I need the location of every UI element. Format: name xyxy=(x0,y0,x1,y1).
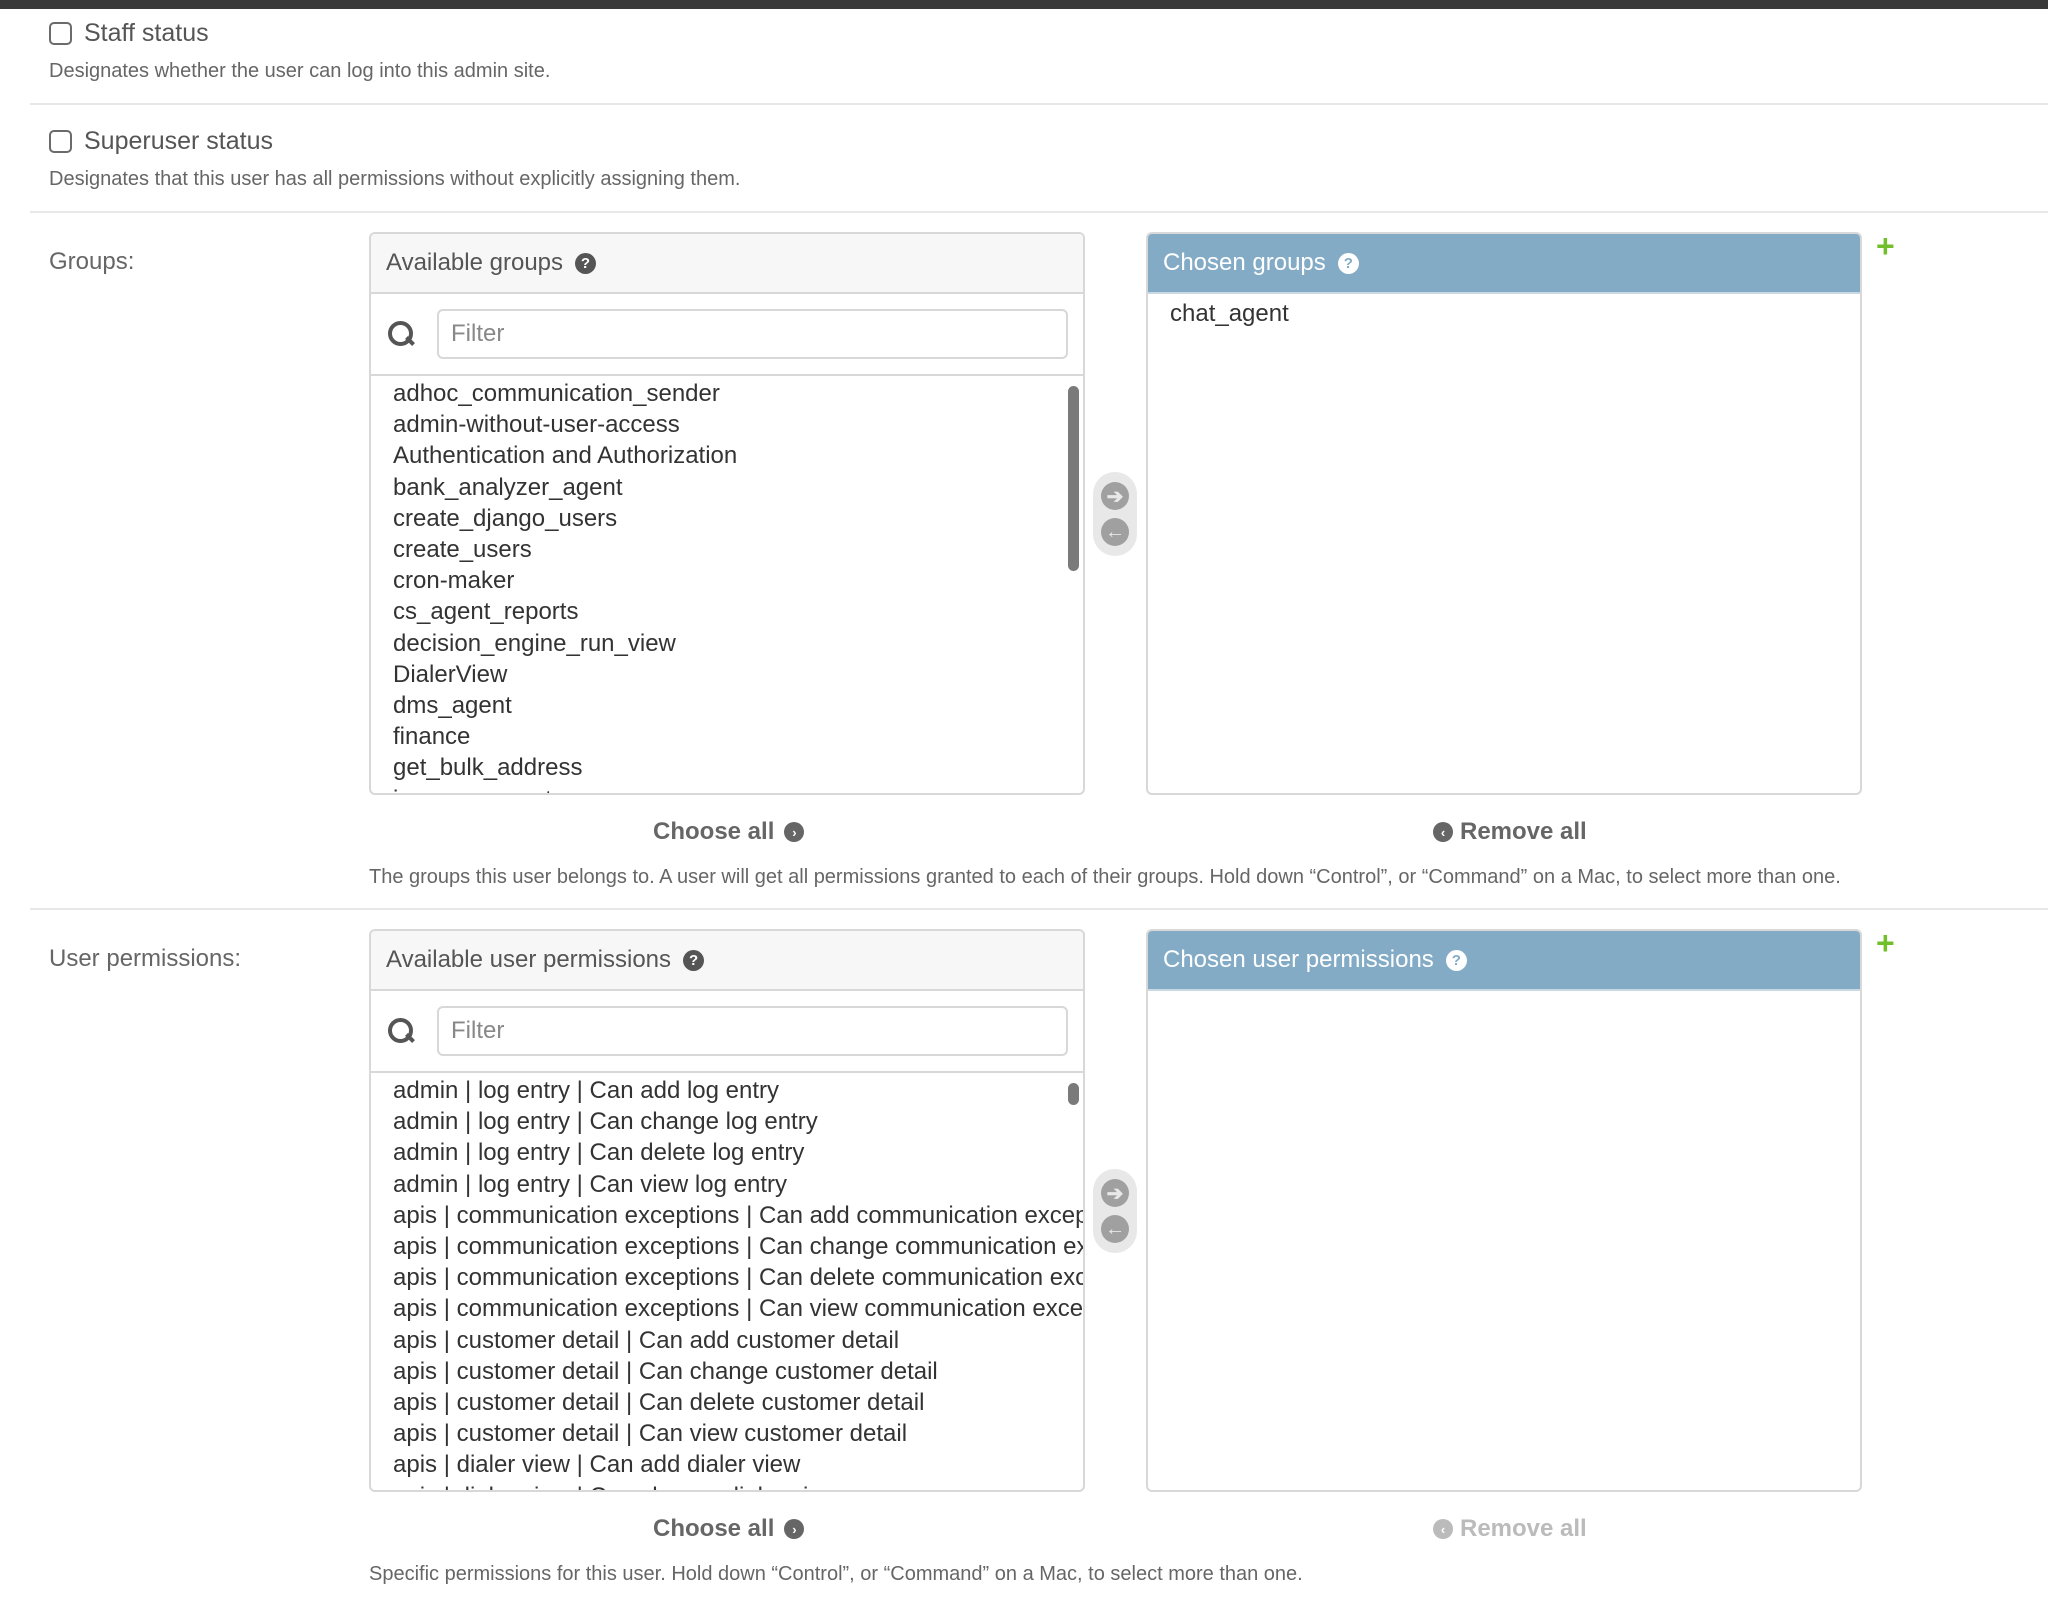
remove-all-label: Remove all xyxy=(1460,818,1587,845)
list-option[interactable]: admin | log entry | Can change log entry xyxy=(393,1106,1083,1137)
choose-arrow-right-icon[interactable]: ➔ xyxy=(1101,1179,1129,1207)
divider xyxy=(30,908,2048,910)
choose-all-label: Choose all xyxy=(653,1515,775,1542)
list-option[interactable]: apis | communication exceptions | Can ad… xyxy=(393,1200,1083,1231)
scrollbar[interactable] xyxy=(1068,386,1079,571)
chevron-left-icon: ‹ xyxy=(1433,1519,1453,1539)
available-permissions-box: Available user permissions ? admin | log… xyxy=(369,929,1085,1492)
top-bar xyxy=(0,0,2048,9)
list-option[interactable]: bank_analyzer_agent xyxy=(393,472,1083,503)
list-option[interactable]: get_bulk_address xyxy=(393,752,1083,783)
superuser-status-checkbox[interactable] xyxy=(49,130,72,153)
list-option[interactable]: admin | log entry | Can add log entry xyxy=(393,1075,1083,1106)
list-option[interactable]: apis | dialer view | Can add dialer view xyxy=(393,1449,1083,1480)
chosen-permissions-list[interactable] xyxy=(1148,991,1860,1490)
groups-help-text: The groups this user belongs to. A user … xyxy=(369,866,1841,888)
search-icon xyxy=(385,318,417,350)
list-option[interactable]: apis | customer detail | Can add custome… xyxy=(393,1325,1083,1356)
remove-arrow-left-icon[interactable]: ← xyxy=(1101,518,1129,546)
superuser-status-help: Designates that this user has all permis… xyxy=(49,168,741,190)
groups-remove-all-button[interactable]: ‹ Remove all xyxy=(1433,818,1587,846)
list-option[interactable]: admin-without-user-access xyxy=(393,409,1083,440)
chevron-right-icon: › xyxy=(784,1519,805,1539)
list-option[interactable]: finance xyxy=(393,721,1083,752)
available-permissions-title-text: Available user permissions xyxy=(386,946,672,973)
choose-arrow-right-icon[interactable]: ➔ xyxy=(1101,482,1129,510)
available-permissions-list[interactable]: admin | log entry | Can add log entry adm… xyxy=(371,1073,1083,1490)
help-icon[interactable]: ? xyxy=(1445,949,1467,971)
chosen-groups-title-text: Chosen groups xyxy=(1163,249,1326,276)
available-groups-title: Available groups ? xyxy=(371,234,1083,294)
chosen-permissions-box: Chosen user permissions ? xyxy=(1146,929,1862,1492)
staff-status-help: Designates whether the user can log into… xyxy=(49,60,551,82)
list-option[interactable]: apis | dialer view | Can change dialer v… xyxy=(393,1481,1083,1490)
chosen-permissions-title-text: Chosen user permissions xyxy=(1163,946,1434,973)
list-option[interactable]: DialerView xyxy=(393,659,1083,690)
list-option[interactable]: create_users xyxy=(393,534,1083,565)
list-option[interactable]: apis | communication exceptions | Can ch… xyxy=(393,1231,1083,1262)
help-icon[interactable]: ? xyxy=(1337,252,1359,274)
search-icon xyxy=(385,1015,417,1047)
chosen-permissions-title: Chosen user permissions ? xyxy=(1148,931,1860,991)
help-icon[interactable]: ? xyxy=(575,252,597,274)
list-option[interactable]: insurance_partners xyxy=(393,784,1083,793)
list-option[interactable]: cron-maker xyxy=(393,565,1083,596)
groups-filter-input[interactable] xyxy=(437,309,1068,359)
list-option[interactable]: apis | customer detail | Can delete cust… xyxy=(393,1387,1083,1418)
list-option[interactable]: chat_agent xyxy=(1170,298,1860,329)
chosen-groups-title: Chosen groups ? xyxy=(1148,234,1860,294)
permissions-help-text: Specific permissions for this user. Hold… xyxy=(369,1563,1303,1585)
user-permissions-label: User permissions: xyxy=(49,945,242,972)
available-groups-list[interactable]: adhoc_communication_sender admin-without-… xyxy=(371,376,1083,793)
groups-choose-all-button[interactable]: Choose all › xyxy=(653,818,805,846)
permissions-filter-row xyxy=(371,991,1083,1073)
list-option[interactable]: admin | log entry | Can view log entry xyxy=(393,1169,1083,1200)
staff-status-checkbox[interactable] xyxy=(49,22,72,45)
staff-status-row: Staff status xyxy=(49,19,209,48)
help-icon[interactable]: ? xyxy=(683,949,705,971)
add-permission-icon[interactable]: + xyxy=(1876,925,1895,962)
superuser-status-label: Superuser status xyxy=(84,127,273,155)
groups-filter-row xyxy=(371,294,1083,376)
staff-status-label: Staff status xyxy=(84,19,209,47)
available-permissions-title: Available user permissions ? xyxy=(371,931,1083,991)
remove-arrow-left-icon[interactable]: ← xyxy=(1101,1215,1129,1243)
list-option[interactable]: admin | log entry | Can delete log entry xyxy=(393,1137,1083,1168)
list-option[interactable]: apis | communication exceptions | Can vi… xyxy=(393,1293,1083,1324)
chosen-groups-list[interactable]: chat_agent xyxy=(1148,294,1860,793)
list-option[interactable]: create_django_users xyxy=(393,503,1083,534)
groups-label: Groups: xyxy=(49,248,135,275)
list-option[interactable]: apis | customer detail | Can view custom… xyxy=(393,1418,1083,1449)
divider xyxy=(30,211,2048,213)
add-group-icon[interactable]: + xyxy=(1876,228,1895,265)
permissions-move-controls: ➔ ← xyxy=(1093,1169,1137,1253)
permissions-filter-input[interactable] xyxy=(437,1006,1068,1056)
available-groups-box: Available groups ? adhoc_communication_s… xyxy=(369,232,1085,795)
list-option[interactable]: apis | communication exceptions | Can de… xyxy=(393,1262,1083,1293)
divider xyxy=(30,103,2048,105)
available-groups-title-text: Available groups xyxy=(386,249,564,276)
remove-all-label: Remove all xyxy=(1460,1515,1587,1542)
chosen-groups-box: Chosen groups ? chat_agent xyxy=(1146,232,1862,795)
list-option[interactable]: dms_agent xyxy=(393,690,1083,721)
list-option[interactable]: adhoc_communication_sender xyxy=(393,378,1083,409)
scrollbar[interactable] xyxy=(1068,1083,1079,1105)
list-option[interactable]: Authentication and Authorization xyxy=(393,440,1083,471)
permissions-choose-all-button[interactable]: Choose all › xyxy=(653,1515,805,1543)
groups-move-controls: ➔ ← xyxy=(1093,472,1137,556)
choose-all-label: Choose all xyxy=(653,818,775,845)
list-option[interactable]: apis | customer detail | Can change cust… xyxy=(393,1356,1083,1387)
list-option[interactable]: cs_agent_reports xyxy=(393,596,1083,627)
permissions-remove-all-button[interactable]: ‹ Remove all xyxy=(1433,1515,1587,1543)
chevron-left-icon: ‹ xyxy=(1433,822,1453,842)
chevron-right-icon: › xyxy=(784,822,805,842)
superuser-status-row: Superuser status xyxy=(49,127,273,156)
list-option[interactable]: decision_engine_run_view xyxy=(393,628,1083,659)
